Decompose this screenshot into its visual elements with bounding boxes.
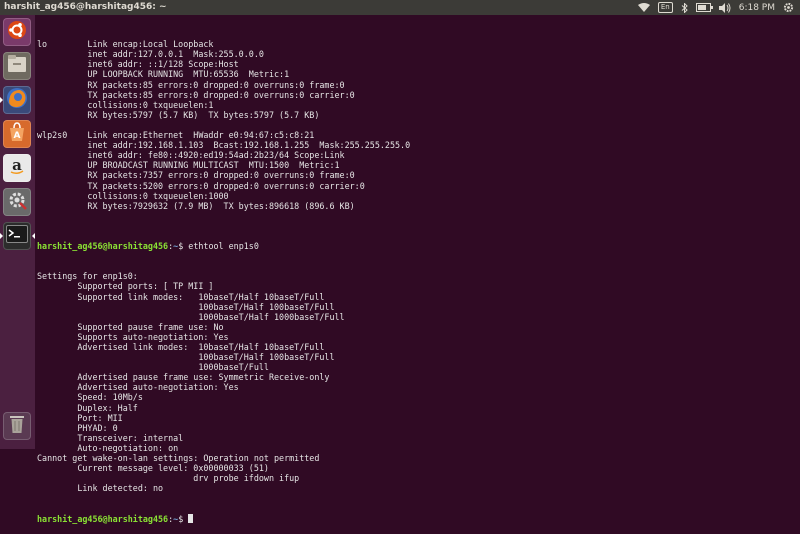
terminal-output[interactable]: lo Link encap:Local Loopback inet addr:1… — [37, 19, 800, 523]
terminal-line: drv probe ifdown ifup — [37, 473, 300, 484]
terminal-line: RX packets:7357 errors:0 dropped:0 overr… — [37, 170, 355, 181]
terminal-line: 100baseT/Half 100baseT/Full — [37, 301, 335, 312]
terminal-line: Supported ports: [ TP MII ] — [37, 281, 214, 292]
terminal-line: RX bytes:7929632 (7.9 MB) TX bytes:89661… — [37, 200, 355, 211]
terminal-line: wlp2s0 Link encap:Ethernet HWaddr e0:94:… — [37, 130, 315, 141]
terminal-line: Supported pause frame use: No — [37, 321, 224, 332]
terminal-line: Link detected: no — [37, 483, 164, 494]
terminal-line: Advertised auto-negotiation: Yes — [37, 382, 239, 393]
terminal-line: 1000baseT/Half 1000baseT/Full — [37, 311, 345, 322]
software-center-icon: A — [7, 122, 27, 146]
settings-icon — [7, 190, 27, 214]
terminal-line: PHYAD: 0 — [37, 422, 118, 433]
terminal-line: Port: MII — [37, 412, 123, 423]
prompt-path: ~ — [173, 241, 179, 252]
active-prompt-line[interactable]: harshit_ag456@harshitag456:~$ — [37, 513, 800, 524]
files-icon — [7, 55, 27, 77]
keyboard-layout-indicator[interactable]: En — [657, 2, 673, 13]
wifi-icon[interactable] — [637, 3, 650, 12]
software-center-launcher-button[interactable]: A — [3, 120, 31, 148]
firefox-icon — [6, 87, 28, 113]
terminal-line: inet6 addr: fe80::4920:ed19:54ad:2b23/64… — [37, 150, 345, 161]
ifconfig-output: lo Link encap:Local Loopback inet addr:1… — [37, 39, 800, 221]
running-indicator — [0, 233, 3, 239]
running-indicator — [0, 97, 3, 103]
terminal-line: Speed: 10Mb/s — [37, 392, 143, 403]
terminal-line: Current message level: 0x00000033 (51) — [37, 463, 269, 474]
clock[interactable]: 6:18 PM — [739, 3, 775, 13]
svg-text:A: A — [14, 131, 21, 141]
window-title: harshit_ag456@harshitag456: ~ — [4, 2, 167, 12]
terminal-line: TX packets:5200 errors:0 dropped:0 overr… — [37, 180, 365, 191]
focused-indicator — [32, 233, 35, 239]
terminal-line: RX packets:85 errors:0 dropped:0 overrun… — [37, 79, 345, 90]
terminal-line: Advertised link modes: 10baseT/Half 10ba… — [37, 342, 325, 352]
terminal-line: inet addr:127.0.0.1 Mask:255.0.0.0 — [37, 49, 264, 60]
dash-home-button[interactable] — [3, 18, 31, 46]
volume-icon[interactable] — [718, 2, 731, 13]
prompt-user: harshit_ag456@harshitag456 — [37, 513, 169, 524]
terminal-line: inet addr:192.168.1.103 Bcast:192.168.1.… — [37, 140, 411, 151]
ethtool-output: Settings for enp1s0: Supported ports: [ … — [37, 271, 800, 493]
terminal-line: UP BROADCAST RUNNING MULTICAST MTU:1500 … — [37, 160, 340, 171]
terminal-line: Supported link modes: 10baseT/Half 10bas… — [37, 291, 325, 302]
terminal-line: collisions:0 txqueuelen:1000 — [37, 190, 229, 201]
terminal-line: Settings for enp1s0: — [37, 271, 138, 282]
system-tray: En 6:18 PM — [637, 0, 794, 15]
svg-text:a: a — [12, 156, 22, 174]
bluetooth-icon[interactable] — [681, 2, 688, 13]
terminal-launcher-button[interactable] — [3, 222, 31, 250]
amazon-launcher-button[interactable]: a — [3, 154, 31, 182]
files-launcher-button[interactable] — [3, 52, 31, 80]
system-settings-launcher-button[interactable] — [3, 188, 31, 216]
trash-launcher-button[interactable] — [3, 412, 31, 440]
terminal-line: RX bytes:5797 (5.7 KB) TX bytes:5797 (5.… — [37, 109, 320, 120]
terminal-line: UP LOOPBACK RUNNING MTU:65536 Metric:1 — [37, 69, 290, 80]
command-line: harshit_ag456@harshitag456:~$ ethtool en… — [37, 241, 259, 252]
text-cursor — [188, 513, 194, 523]
trash-icon — [9, 414, 25, 438]
terminal-line: inet6 addr: ::1/128 Scope:Host — [37, 59, 239, 70]
prompt-user: harshit_ag456@harshitag456 — [37, 241, 169, 252]
terminal-line: Cannot get wake-on-lan settings: Operati… — [37, 453, 320, 464]
battery-icon[interactable] — [695, 3, 713, 12]
firefox-launcher-button[interactable] — [3, 86, 31, 114]
terminal-line: Supports auto-negotiation: Yes — [37, 331, 229, 342]
terminal-line: Transceiver: internal — [37, 432, 184, 443]
terminal-line: Duplex: Half — [37, 402, 138, 413]
terminal-line: lo Link encap:Local Loopback — [37, 39, 214, 50]
amazon-icon: a — [7, 156, 27, 180]
terminal-icon — [6, 225, 28, 247]
terminal-line: Auto-negotiation: on — [37, 442, 179, 453]
ubuntu-logo-icon — [7, 20, 27, 44]
terminal-line: 1000baseT/Full — [37, 362, 269, 373]
top-panel: harshit_ag456@harshitag456: ~ En 6:18 PM — [0, 0, 800, 15]
terminal-line: Advertised pause frame use: Symmetric Re… — [37, 372, 330, 383]
terminal-line: collisions:0 txqueuelen:1 — [37, 99, 214, 110]
command-text: ethtool enp1s0 — [188, 241, 259, 252]
prompt-path: ~ — [173, 513, 179, 524]
gear-icon[interactable] — [783, 2, 794, 13]
terminal-line: TX packets:85 errors:0 dropped:0 overrun… — [37, 89, 355, 100]
launcher: A a — [0, 15, 35, 449]
terminal-line: 100baseT/Half 100baseT/Full — [37, 352, 335, 363]
